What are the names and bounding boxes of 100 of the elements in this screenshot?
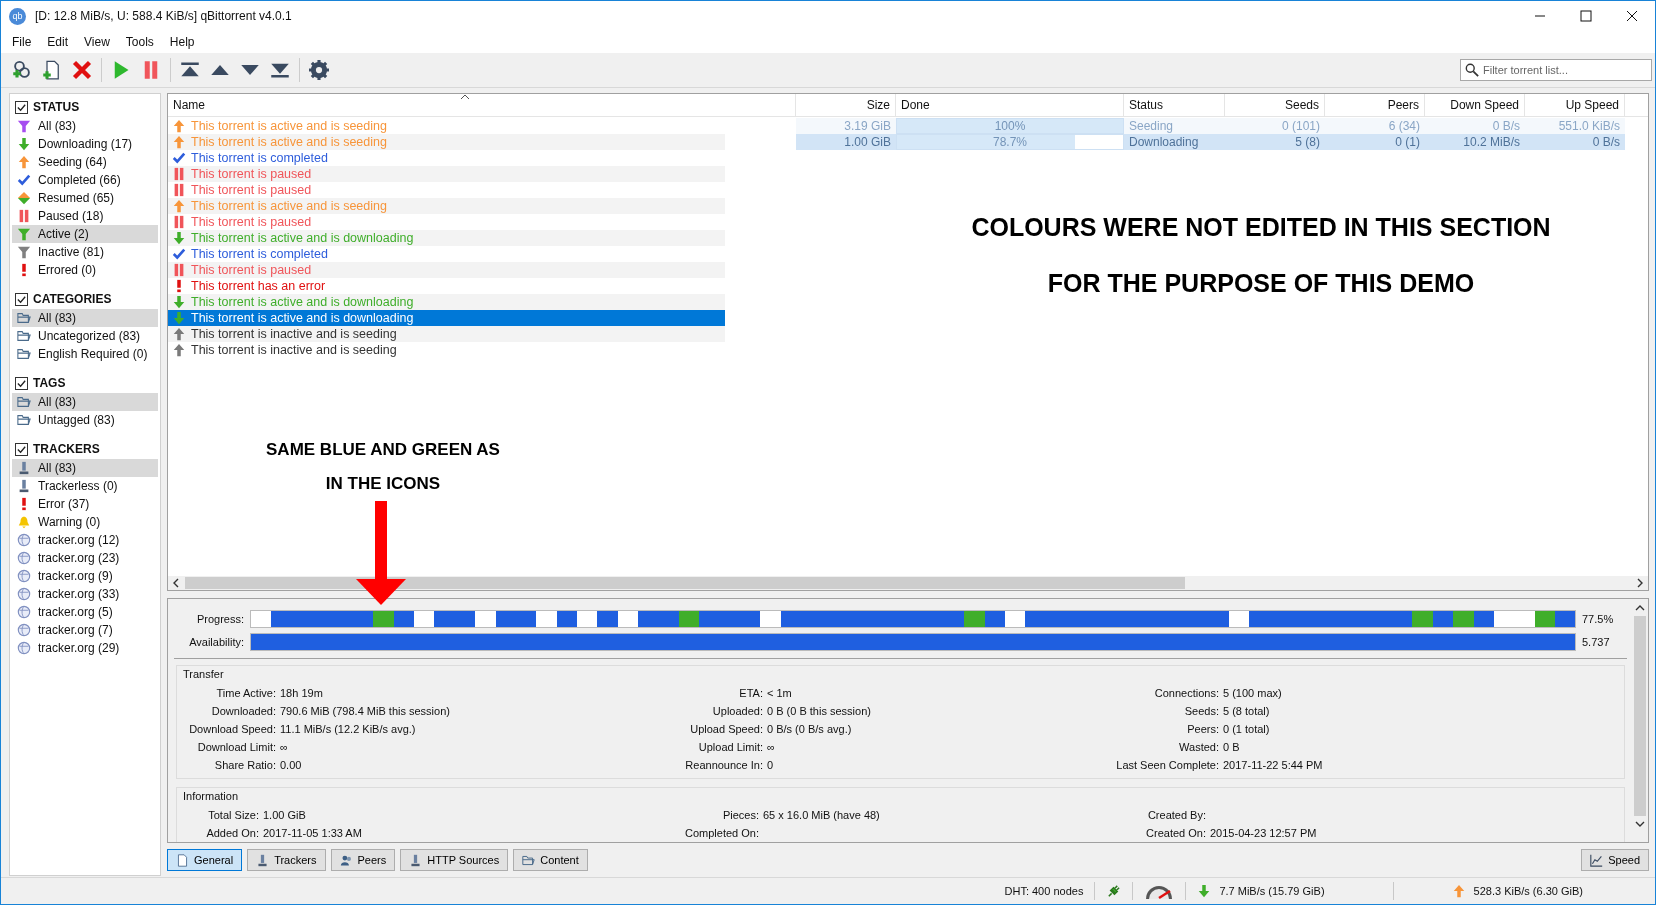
field-label: Seeds:	[1183, 704, 1219, 719]
scroll-right-icon[interactable]	[1635, 578, 1645, 588]
section-title: STATUS	[33, 100, 80, 114]
section-title: TRACKERS	[33, 442, 100, 456]
down-arrow-icon	[172, 231, 186, 245]
scroll-left-icon[interactable]	[171, 578, 181, 588]
column-header[interactable]: Peers	[1325, 94, 1425, 116]
torrent-row[interactable]: This torrent has an error	[168, 278, 725, 294]
sidebar-item[interactable]: Error (37)	[12, 495, 158, 513]
field-value: 0 B	[1223, 741, 1240, 753]
annotation-text: IN THE ICONS	[324, 473, 442, 495]
sidebar-item[interactable]: tracker.org (29)	[12, 639, 158, 657]
up-arrow-icon	[172, 199, 186, 213]
field-value: 0 (1 total)	[1223, 723, 1270, 735]
column-header[interactable]: Seeds	[1225, 94, 1325, 116]
sidebar-item[interactable]: All (83)	[12, 117, 158, 135]
menu-item[interactable]: Help	[161, 33, 203, 51]
annotation-text: SAME BLUE AND GREEN AS	[265, 439, 501, 461]
plug-icon[interactable]	[1106, 883, 1122, 899]
sidebar-item[interactable]: Untagged (83)	[12, 411, 158, 429]
tab[interactable]: Peers	[330, 849, 396, 871]
field-value: ∞	[280, 741, 288, 753]
scroll-down-icon[interactable]	[1634, 819, 1645, 829]
tab[interactable]: Content	[513, 849, 588, 871]
torrent-row[interactable]: This torrent is inactive and is seeding	[168, 326, 725, 342]
sidebar-item[interactable]: Downloading (17)	[12, 135, 158, 153]
sidebar-item[interactable]: Trackerless (0)	[12, 477, 158, 495]
diamond-icon	[17, 191, 31, 205]
table-cell: 0 B/s	[1425, 118, 1525, 134]
column-header[interactable]: Status	[1124, 94, 1225, 116]
sidebar-item[interactable]: Seeding (64)	[12, 153, 158, 171]
sidebar-item[interactable]: All (83)	[12, 309, 158, 327]
upload-speed: 528.3 KiB/s (6.30 GiB)	[1473, 885, 1583, 897]
field-value: 2017-11-05 1:33 AM	[263, 827, 362, 839]
download-speed: 7.7 MiB/s (15.79 GiB)	[1219, 885, 1325, 897]
sidebar-item[interactable]: tracker.org (9)	[12, 567, 158, 585]
sidebar-item[interactable]: Inactive (81)	[12, 243, 158, 261]
checkbox[interactable]	[15, 376, 28, 390]
sidebar-item[interactable]: Completed (66)	[12, 171, 158, 189]
folder-icon	[522, 853, 536, 867]
sidebar-item[interactable]: tracker.org (7)	[12, 621, 158, 639]
column-header[interactable]: Up Speed	[1525, 94, 1625, 116]
column-header[interactable]: Down Speed	[1425, 94, 1525, 116]
up-arrow-icon	[172, 119, 186, 133]
pin-icon	[409, 853, 423, 867]
tab[interactable]: HTTP Sources	[400, 849, 509, 871]
sidebar-item[interactable]: tracker.org (12)	[12, 531, 158, 549]
sidebar-item[interactable]: All (83)	[12, 393, 158, 411]
torrent-row[interactable]: This torrent is active and is downloading	[168, 310, 725, 326]
sidebar-item[interactable]: tracker.org (33)	[12, 585, 158, 603]
field-value: 0.00	[280, 759, 302, 771]
globe-icon	[17, 533, 31, 547]
torrent-row[interactable]: This torrent is completed	[168, 246, 725, 262]
field-value: 0 B (0 B this session)	[767, 705, 871, 717]
sidebar-item[interactable]: Paused (18)	[12, 207, 158, 225]
sidebar-item[interactable]: Active (2)	[12, 225, 158, 243]
pause-icon	[17, 209, 31, 223]
menu-item[interactable]: Tools	[117, 33, 162, 51]
horizontal-scrollbar[interactable]	[168, 576, 1648, 590]
app-logo: qb	[9, 7, 26, 25]
sidebar-item[interactable]: tracker.org (5)	[12, 603, 158, 621]
menu-item[interactable]: View	[76, 33, 118, 51]
torrent-row[interactable]: This torrent is paused	[168, 214, 725, 230]
checkbox[interactable]	[15, 100, 28, 114]
column-header[interactable]: Name	[168, 94, 796, 116]
folder-icon	[17, 395, 31, 409]
checkbox[interactable]	[15, 442, 28, 456]
field-label: Download Limit:	[196, 740, 276, 755]
tab[interactable]: General	[167, 849, 243, 871]
sidebar-item[interactable]: Warning (0)	[12, 513, 158, 531]
column-header[interactable]: Size	[796, 94, 896, 116]
search-field[interactable]: Filter torrent list...	[1460, 59, 1652, 81]
field-value: 2015-04-23 12:57 PM	[1210, 827, 1317, 839]
field-label: Share Ratio:	[213, 758, 276, 773]
table-cell: 551.0 KiB/s	[1525, 118, 1625, 134]
field-label: Reannounce In:	[684, 758, 763, 773]
torrent-row[interactable]: This torrent is paused	[168, 182, 725, 198]
field-label: Created By:	[1146, 808, 1206, 823]
menu-item[interactable]: Edit	[39, 33, 77, 51]
table-cell: 10.2 MiB/s	[1425, 134, 1525, 150]
tab[interactable]: Trackers	[247, 849, 326, 871]
scroll-up-icon[interactable]	[1634, 603, 1645, 613]
sidebar-item[interactable]: English Required (0)	[12, 345, 158, 363]
field-label: Connections:	[1153, 686, 1219, 701]
delete-icon	[72, 60, 92, 80]
table-cell: 5 (8)	[1225, 134, 1325, 150]
checkbox[interactable]	[15, 292, 28, 306]
torrent-row[interactable]: This torrent is inactive and is seeding	[168, 342, 725, 358]
globe-icon	[17, 623, 31, 637]
menu-item[interactable]: File	[4, 33, 40, 51]
sidebar-item[interactable]: All (83)	[12, 459, 158, 477]
sidebar-item[interactable]: Resumed (65)	[12, 189, 158, 207]
sidebar-item[interactable]: Uncategorized (83)	[12, 327, 158, 345]
sidebar-item[interactable]: tracker.org (23)	[12, 549, 158, 567]
speed-button[interactable]: Speed	[1581, 849, 1649, 871]
field-label: Created On:	[1145, 826, 1206, 841]
table-cell: Downloading	[1124, 134, 1225, 150]
torrent-row[interactable]: This torrent is completed	[168, 150, 725, 166]
column-header[interactable]: Done	[896, 94, 1124, 116]
sidebar-item[interactable]: Errored (0)	[12, 261, 158, 279]
